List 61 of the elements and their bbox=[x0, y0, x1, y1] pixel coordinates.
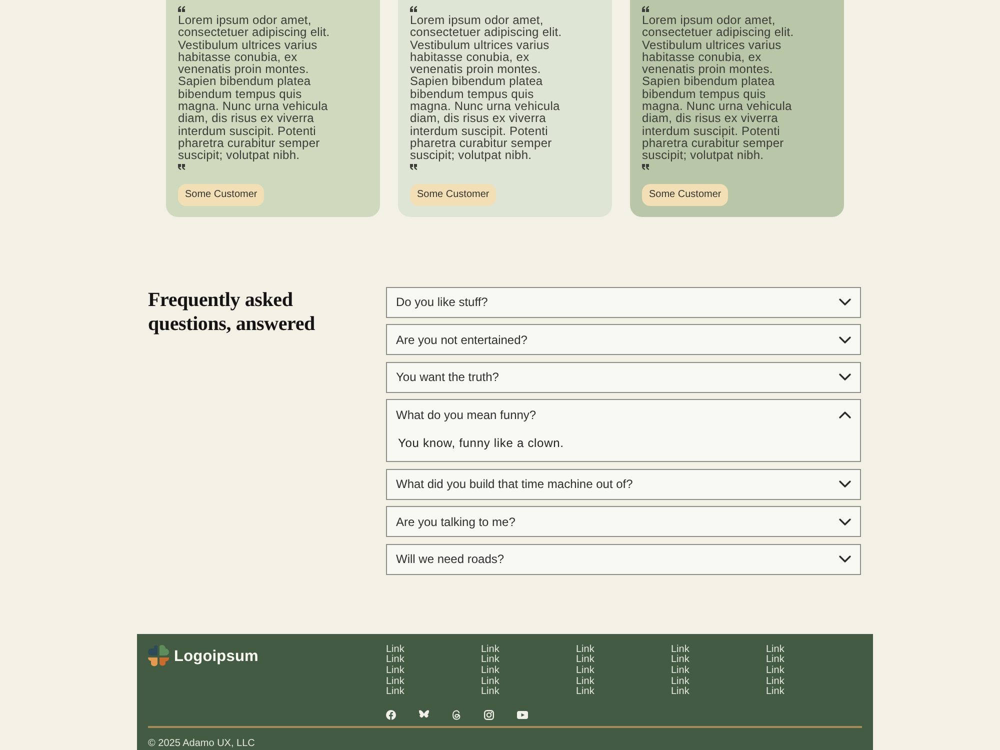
faq-question[interactable]: Will we need roads? bbox=[387, 544, 860, 574]
chevron-up-icon[interactable] bbox=[839, 410, 851, 419]
footer-link[interactable]: Link bbox=[766, 666, 784, 677]
footer-link[interactable]: Link bbox=[576, 644, 594, 656]
copyright-text: © 2025 Adamo UX, LLC bbox=[148, 738, 255, 750]
faq-question[interactable]: What did you build that time machine out of? bbox=[387, 470, 860, 499]
open-quote-icon bbox=[178, 6, 185, 12]
footer-link[interactable]: Link bbox=[481, 676, 500, 688]
footer-link[interactable]: Link bbox=[671, 687, 690, 698]
footer-link[interactable]: Link bbox=[576, 676, 594, 688]
footer-link[interactable]: Link bbox=[576, 687, 594, 698]
open-quote-icon bbox=[642, 6, 649, 12]
logo-wordmark: Logoipsum bbox=[174, 648, 258, 666]
chevron-down-icon[interactable] bbox=[839, 518, 851, 526]
close-quote-icon bbox=[178, 164, 185, 170]
close-quote-icon bbox=[410, 164, 417, 170]
faq-heading: Frequently asked questions, answered bbox=[148, 288, 316, 336]
close-quote-icon bbox=[642, 164, 649, 170]
footer-link[interactable]: Link bbox=[481, 666, 500, 677]
butterfly-icon[interactable] bbox=[419, 710, 429, 720]
camera-icon[interactable] bbox=[484, 710, 494, 720]
footer-link[interactable]: Link bbox=[386, 666, 404, 677]
footer-link[interactable]: Link bbox=[386, 687, 404, 698]
footer-link[interactable]: Link bbox=[671, 666, 690, 677]
customer-tag: Some Customer bbox=[642, 184, 728, 206]
footer-link[interactable]: Link bbox=[386, 655, 404, 666]
footer-link[interactable]: Link bbox=[481, 644, 500, 656]
footer-link[interactable]: Link bbox=[671, 644, 690, 656]
four-petal-logo-icon bbox=[148, 645, 169, 668]
chevron-down-icon[interactable] bbox=[839, 555, 851, 564]
faq-question[interactable]: Are you not entertained? bbox=[387, 325, 860, 354]
footer-link[interactable]: Link bbox=[386, 644, 404, 656]
testimonial-quote: Lorem ipsum odor amet, consectetuer adipiscing elit. Vestibulum ultrices varius habitasse conubia, ex venenatis proin montes. Sapien bibendum platea bibendum tempus quis magna. Nunc urna vehicula diam, dis risus ex viverra interdum suscipit. Potenti pharetra curabitur semper suscipit; volutpat nibh. bbox=[178, 14, 331, 162]
open-quote-icon bbox=[410, 6, 417, 12]
faq-answer: You know, funny like a clown. bbox=[397, 435, 565, 452]
play-button-icon[interactable] bbox=[517, 710, 528, 719]
chevron-down-icon[interactable] bbox=[839, 298, 851, 306]
footer-link[interactable]: Link bbox=[671, 676, 690, 688]
footer-link[interactable]: Link bbox=[576, 655, 594, 666]
footer-link[interactable]: Link bbox=[576, 666, 594, 677]
facebook-icon[interactable] bbox=[386, 710, 396, 720]
faq-question[interactable]: Are you talking to me? bbox=[387, 507, 860, 536]
footer-link[interactable]: Link bbox=[386, 676, 404, 688]
chevron-down-icon[interactable] bbox=[839, 373, 851, 382]
footer-link[interactable]: Link bbox=[766, 655, 784, 666]
footer-link[interactable]: Link bbox=[766, 687, 784, 698]
footer-link[interactable]: Link bbox=[671, 655, 690, 666]
footer-link[interactable]: Link bbox=[766, 644, 784, 656]
faq-question[interactable]: What do you mean funny? bbox=[387, 400, 860, 430]
faq-question[interactable]: You want the truth? bbox=[387, 362, 860, 392]
chevron-down-icon[interactable] bbox=[839, 480, 851, 488]
customer-tag: Some Customer bbox=[178, 184, 264, 206]
customer-tag: Some Customer bbox=[410, 184, 496, 206]
footer-link[interactable]: Link bbox=[766, 676, 784, 688]
chevron-down-icon[interactable] bbox=[839, 336, 851, 344]
at-sign-icon[interactable] bbox=[452, 710, 461, 720]
faq-question[interactable]: Do you like stuff? bbox=[387, 288, 860, 317]
testimonial-quote: Lorem ipsum odor amet, consectetuer adipiscing elit. Vestibulum ultrices varius habitasse conubia, ex venenatis proin montes. Sapien bibendum platea bibendum tempus quis magna. Nunc urna vehicula diam, dis risus ex viverra interdum suscipit. Potenti pharetra curabitur semper suscipit; volutpat nibh. bbox=[642, 14, 795, 162]
footer-link[interactable]: Link bbox=[481, 655, 500, 666]
footer-link[interactable]: Link bbox=[481, 687, 500, 698]
testimonial-quote: Lorem ipsum odor amet, consectetuer adipiscing elit. Vestibulum ultrices varius habitasse conubia, ex venenatis proin montes. Sapien bibendum platea bibendum tempus quis magna. Nunc urna vehicula diam, dis risus ex viverra interdum suscipit. Potenti pharetra curabitur semper suscipit; volutpat nibh. bbox=[410, 14, 563, 162]
